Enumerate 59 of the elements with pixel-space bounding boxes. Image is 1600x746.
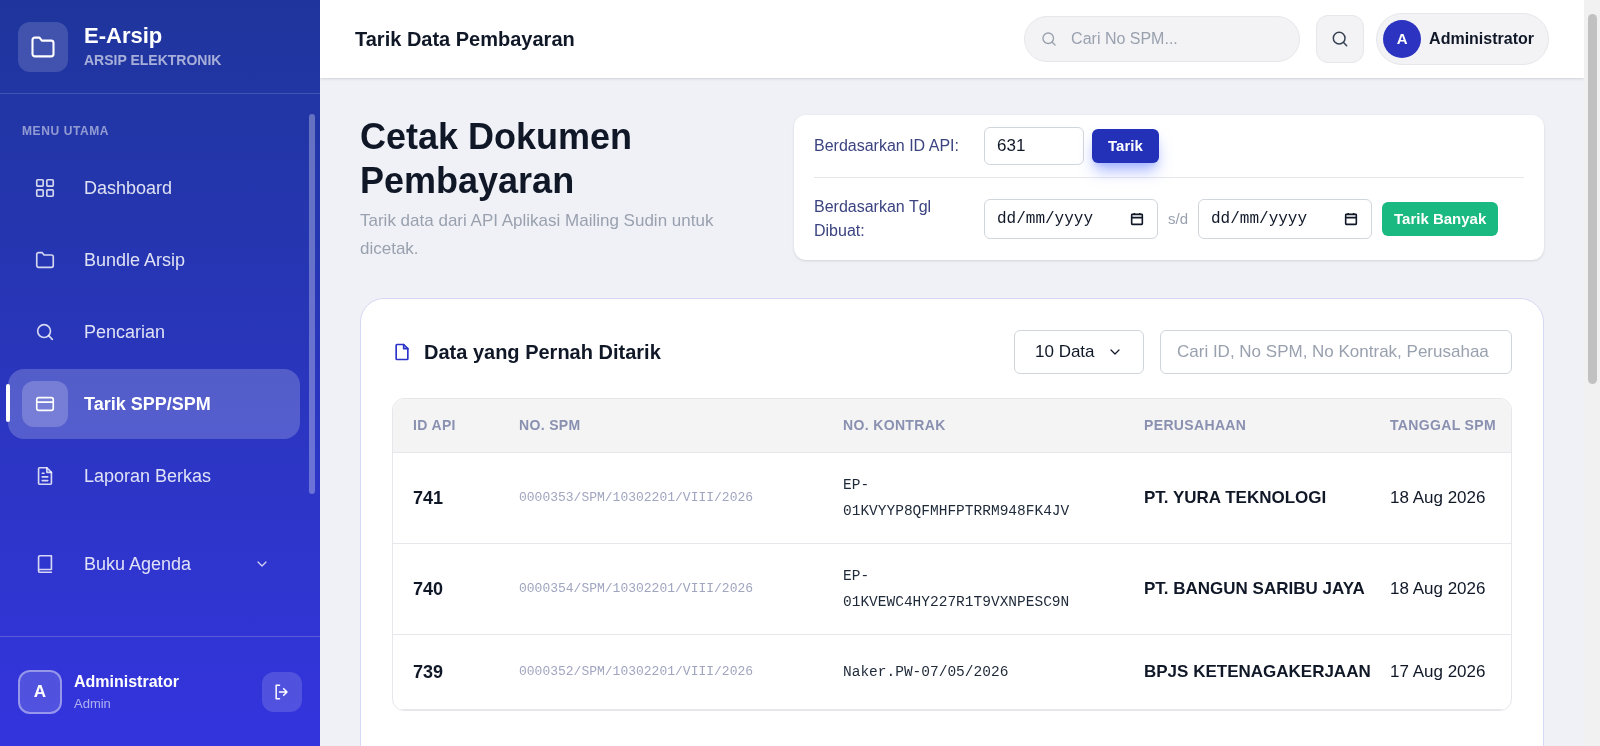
nav-item[interactable]: Laporan Berkas	[8, 441, 300, 511]
document-icon	[392, 342, 412, 362]
section-label: MENU UTAMA	[21, 123, 111, 140]
user-name: Administrator	[74, 671, 180, 692]
table-cell-text: 18 Aug 2026	[1390, 487, 1487, 510]
page-subtitle: Tarik data dari API Aplikasi Mailing Sudin untuk dicetak.	[360, 210, 715, 260]
table-cell-text: 0000352/SPM/10302201/VIII/2026	[519, 663, 755, 682]
column-header: TANGGAL SPM	[1390, 416, 1496, 435]
column-header: NO. SPM	[519, 416, 582, 435]
table-cell-text: EP-01KVEWC4HY227R1T9VXNPESC9N	[843, 567, 1071, 612]
date-from-field[interactable]: dd/mm/yyyy	[984, 199, 1158, 239]
column-header: PERUSAHAAN	[1144, 416, 1248, 435]
header-user-name: Administrator	[1429, 29, 1534, 49]
nav-item[interactable]: Tarik SPP/SPM	[8, 369, 300, 439]
pull-button[interactable]: Tarik	[1092, 129, 1159, 163]
search-icon	[34, 321, 56, 343]
date-to-field[interactable]: dd/mm/yyyy	[1198, 199, 1372, 239]
api-id-field[interactable]: 631	[984, 127, 1084, 165]
nav-item[interactable]: Buku Agenda	[8, 529, 300, 599]
field-label: Berdasarkan ID API:	[814, 136, 960, 156]
table-cell-text: 18 Aug 2026	[1390, 578, 1487, 601]
page-title: Cetak Dokumen Pembayaran	[360, 115, 634, 203]
card-title: Data yang Pernah Ditarik	[424, 340, 662, 365]
user-menu[interactable]: A Administrator	[1376, 13, 1549, 65]
table-cell-text: 739	[413, 660, 445, 684]
table-cell-text: 0000354/SPM/10302201/VIII/2026	[519, 580, 755, 599]
page-header-title: Tarik Data Pembayaran	[355, 27, 576, 52]
column-header: NO. KONTRAK	[843, 416, 947, 435]
table-cell-text: 741	[413, 486, 445, 510]
calendar-icon	[1343, 211, 1359, 227]
folder-icon	[34, 249, 56, 271]
search-button[interactable]	[1316, 15, 1365, 63]
table-cell-text: BPJS KETENAGAKERJAAN	[1144, 661, 1372, 684]
table-cell-text: 0000353/SPM/10302201/VIII/2026	[519, 489, 755, 508]
header-avatar: A	[1383, 20, 1422, 58]
user-avatar: A	[18, 669, 62, 714]
column-header: ID API	[413, 416, 457, 435]
user-role: Admin	[74, 694, 112, 713]
calendar-icon	[1129, 211, 1145, 227]
table-cell-text: PT. BANGUN SARIBU JAYA	[1144, 578, 1366, 601]
table-cell-text: EP-01KVYYP8QFMHFPTRRM948FK4JV	[843, 476, 1071, 521]
logout-button[interactable]	[262, 671, 302, 712]
nav-item[interactable]: Dashboard	[8, 153, 300, 223]
search-field[interactable]: Cari No SPM...	[1024, 16, 1301, 62]
field-label: Berdasarkan Tgl Dibuat:	[814, 197, 933, 241]
grid-icon	[34, 177, 56, 199]
table-search-field[interactable]: Cari ID, No SPM, No Kontrak, Perusahaa	[1160, 330, 1512, 374]
range-separator: s/d	[1168, 208, 1188, 229]
active-indicator	[6, 384, 10, 422]
table-cell-text: 17 Aug 2026	[1390, 661, 1487, 684]
nav-item[interactable]: Pencarian	[8, 297, 300, 367]
brand-title: E-Arsip	[84, 22, 164, 50]
table-cell-text: PT. YURA TEKNOLOGI	[1144, 487, 1328, 510]
page-size-select[interactable]: 10 Data	[1014, 330, 1144, 374]
table-cell-text: Naker.PW-07/05/2026	[843, 663, 1010, 682]
nav-item[interactable]: Bundle Arsip	[8, 225, 300, 295]
table-cell-text: 740	[413, 577, 445, 601]
scrollbar[interactable]	[1584, 0, 1600, 746]
brand-subtitle: ARSIP ELEKTRONIK	[84, 51, 222, 70]
